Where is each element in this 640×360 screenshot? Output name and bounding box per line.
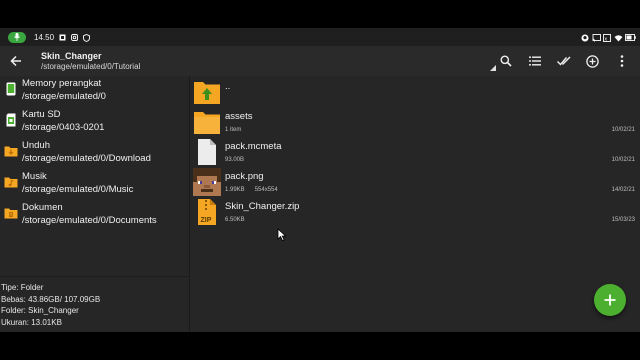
folder-title: Skin_Changer [41,50,102,61]
storage-path: /storage/emulated/0/Music [22,183,134,195]
list-view-button[interactable] [520,46,549,76]
cast-icon [592,33,601,42]
letterbox-top [0,0,640,28]
add-button[interactable] [578,46,607,76]
file-date: 15/03/23 [611,217,635,223]
more-options-button[interactable] [607,46,636,76]
status-bar: 14.50 x [0,28,640,46]
storage-path: /storage/emulated/0 [22,90,106,102]
image-thumbnail-icon [193,168,221,196]
storage-item-documents[interactable]: Dokumen/storage/emulated/0/Documents [0,202,190,232]
back-arrow-icon [10,55,21,67]
mouse-cursor-icon [277,228,287,242]
search-button[interactable] [491,46,520,76]
status-right: x [581,33,636,42]
storage-name: Unduh [22,140,50,151]
folder-info: Tipe: Folder Bebas: 43.86GB/ 107.09GB Fo… [1,282,100,328]
info-type: Tipe: Folder [1,283,44,292]
instagram-icon [71,33,78,41]
mic-icon [8,31,26,43]
wifi-icon [614,34,623,41]
file-row-skin-changer-zip[interactable]: ZIP Skin_Changer.zip 6.50KB 15/03/23 [191,197,640,227]
storage-item-sd-card[interactable]: Kartu SD/storage/0403-0201 [0,109,190,139]
music-folder-icon [4,177,18,188]
more-vert-icon [620,55,623,67]
info-free-space: Bebas: 43.86GB/ 107.09GB [1,294,101,304]
storage-name: Dokumen [22,202,63,213]
file-row-pack-png[interactable]: pack.png 1.99KB 554x554 14/02/21 [191,167,640,197]
select-all-button[interactable] [549,46,578,76]
shield-icon [83,33,90,42]
file-date: 10/02/21 [611,157,635,163]
plus-icon [604,294,616,306]
sd-card-icon [6,113,16,127]
storage-item-device-memory[interactable]: Memory perangkat/storage/emulated/0 [0,78,190,108]
file-name: pack.mcmeta [225,141,282,152]
file-row-assets[interactable]: assets 1 item 10/02/21 [191,107,640,137]
search-icon [500,55,512,67]
download-folder-icon [4,146,18,157]
github-icon [581,34,589,41]
storage-path: /storage/0403-0201 [22,121,105,133]
file-row-pack-mcmeta[interactable]: pack.mcmeta 93.00B 10/02/21 [191,137,640,167]
svg-text:ZIP: ZIP [201,217,212,224]
back-button[interactable] [1,46,31,76]
add-fab-button[interactable] [594,284,626,316]
info-folder: Folder: Skin_Changer [1,306,79,315]
storage-path: /storage/emulated/0/Download [22,152,151,164]
letterbox-bottom [0,332,640,360]
file-name: Skin_Changer.zip [225,201,300,212]
list-view-icon [528,56,541,66]
file-meta: 6.50KB [225,217,245,223]
file-meta: 1.99KB 554x554 [225,187,278,193]
file-date: 14/02/21 [611,187,635,193]
file-meta: 93.00B [225,157,245,163]
add-circle-icon [586,54,599,68]
phone-storage-icon [6,82,16,96]
folder-path: /storage/emulated/0/Tutorial [41,61,141,71]
status-left: 14.50 [8,31,90,43]
storage-name: Musik [22,171,47,182]
file-date: 10/02/21 [611,127,635,133]
file-name: pack.png [225,171,264,182]
storage-path: /storage/emulated/0/Documents [22,214,157,226]
zip-icon: ZIP [198,199,216,225]
notification-icon [59,34,66,41]
file-size: 1.99KB [225,187,245,193]
select-all-icon [556,56,570,66]
file-meta: 1 item [225,127,242,133]
status-time: 14.50 [34,32,55,42]
storage-item-download[interactable]: Unduh/storage/emulated/0/Download [0,140,190,170]
toolbar-actions [491,46,636,76]
storage-pane: Memory perangkat/storage/emulated/0 Kart… [0,76,190,332]
file-icon [198,139,216,165]
app-screen: 14.50 x Skin_Changer /storage/emulated/0… [0,28,640,332]
file-name: .. [225,81,231,92]
documents-folder-icon [4,208,18,219]
title-block[interactable]: Skin_Changer /storage/emulated/0/Tutoria… [41,51,140,72]
file-list: .. assets 1 item 10/02/21 pack.mcmeta 93… [191,76,640,332]
file-name: assets [225,111,253,122]
battery-icon [625,33,636,41]
file-row-parent[interactable]: .. [191,77,640,107]
app-toolbar: Skin_Changer /storage/emulated/0/Tutoria… [0,46,640,76]
parent-folder-icon [194,82,220,104]
info-divider [0,276,190,277]
folder-icon [194,112,220,134]
info-size: Ukuran: 13.01KB [1,317,62,327]
storage-name: Kartu SD [22,109,61,120]
image-dimensions: 554x554 [254,187,278,193]
storage-name: Memory perangkat [22,78,102,89]
sim-card-icon: x [603,33,611,42]
storage-item-music[interactable]: Musik/storage/emulated/0/Music [0,171,190,201]
